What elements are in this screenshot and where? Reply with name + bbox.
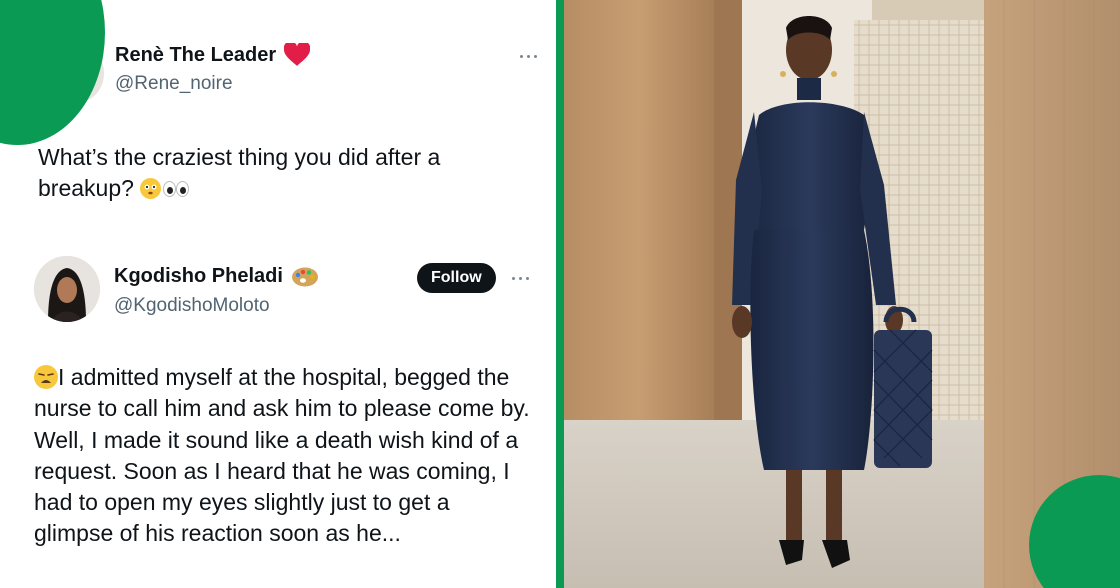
post2-display-name[interactable]: Kgodisho Pheladi (114, 265, 283, 288)
post-kgodisho: Kgodisho Pheladi @KgodishoMoloto Follow (0, 240, 556, 588)
photo-panel (564, 0, 1120, 588)
follow-button[interactable]: Follow (417, 263, 496, 293)
post1-text-block: What’s the craziest thing you did after … (38, 142, 478, 205)
more-options-icon[interactable] (520, 52, 544, 60)
avatar-kgodisho[interactable] (34, 256, 100, 322)
weary-face-icon (34, 365, 58, 389)
tweet-screenshot-panel: Renè The Leader @Rene_noire What’s the c… (0, 0, 556, 588)
post2-handle[interactable]: @KgodishoMoloto (114, 295, 270, 317)
more-options-icon[interactable] (512, 274, 536, 282)
red-heart-icon (284, 43, 311, 66)
handbag-icon (873, 306, 933, 468)
post2-text-block: I admitted myself at the hospital, begge… (34, 362, 534, 550)
green-divider (556, 0, 564, 588)
post1-display-name[interactable]: Renè The Leader (115, 44, 276, 67)
flushed-face-icon (140, 178, 162, 200)
woman-in-navy-dress-photo (564, 0, 1120, 588)
post1-text: What’s the craziest thing you did after … (38, 144, 441, 202)
post1-name-row: Renè The Leader (115, 43, 311, 67)
avatar-portrait (34, 256, 100, 322)
post2-name-row: Kgodisho Pheladi (114, 265, 319, 288)
artist-palette-icon (291, 267, 318, 286)
post1-handle[interactable]: @Rene_noire (115, 73, 233, 95)
post2-text: I admitted myself at the hospital, begge… (34, 364, 530, 547)
eyes-icon (161, 180, 191, 198)
